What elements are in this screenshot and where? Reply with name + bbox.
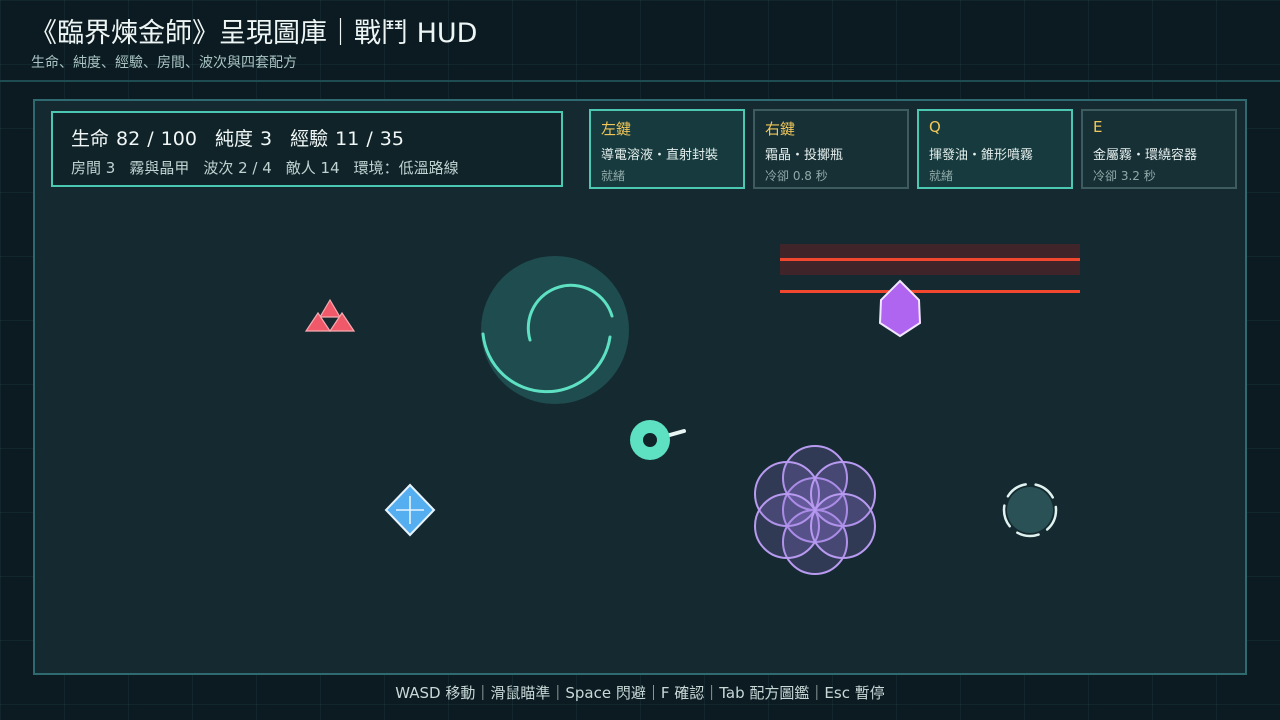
skill-key-label: E	[1093, 118, 1103, 136]
skill-slot-left-click[interactable]: 左鍵 導電溶液・直射封裝 就緒	[589, 109, 745, 189]
skill-key-label: Q	[929, 118, 941, 136]
room-readout: 房間 3	[71, 159, 116, 177]
skill-name: 金屬霧・環繞容器	[1093, 148, 1198, 163]
skill-key-label: 右鍵	[765, 120, 796, 138]
skill-key-label: 左鍵	[601, 120, 632, 138]
skill-name: 揮發油・錐形噴霧	[929, 148, 1034, 163]
skill-status: 就緒	[929, 169, 954, 183]
stats-panel: 生命 82 / 100 純度 3 經驗 11 / 35 房間 3 霧與晶甲 波次 2 /…	[51, 111, 563, 187]
skill-status: 就緒	[601, 169, 626, 183]
wave-readout: 波次 2 / 4	[203, 159, 272, 177]
header-bar: 《臨界煉金師》呈現圖庫｜戰鬥 HUD 生命、純度、經驗、房間、波次與四套配方	[0, 0, 1280, 82]
environment-readout: 環境：低溫路線	[353, 159, 459, 177]
hp-readout: 生命 82 / 100	[71, 128, 197, 150]
skill-slot-e[interactable]: E 金屬霧・環繞容器 冷卻 3.2 秒	[1081, 109, 1237, 189]
stats-secondary-row: 房間 3 霧與晶甲 波次 2 / 4 敵人 14 環境：低溫路線	[71, 157, 473, 178]
skill-name: 導電溶液・直射封裝	[601, 148, 719, 163]
page-subtitle: 生命、純度、經驗、房間、波次與四套配方	[31, 55, 297, 71]
xp-readout: 經驗 11 / 35	[290, 128, 404, 150]
skill-status: 冷卻 0.8 秒	[765, 169, 828, 183]
skill-slot-right-click[interactable]: 右鍵 霜晶・投擲瓶 冷卻 0.8 秒	[753, 109, 909, 189]
page-title: 《臨界煉金師》呈現圖庫｜戰鬥 HUD	[30, 18, 478, 49]
skill-status: 冷卻 3.2 秒	[1093, 169, 1156, 183]
controls-hint: WASD 移動｜滑鼠瞄準｜Space 閃避｜F 確認｜Tab 配方圖鑑｜Esc …	[395, 684, 885, 702]
enemy-count-readout: 敵人 14	[285, 159, 340, 177]
zone-readout: 霧與晶甲	[129, 159, 190, 177]
skill-name: 霜晶・投擲瓶	[765, 148, 844, 163]
purity-readout: 純度 3	[214, 128, 273, 150]
stats-primary-row: 生命 82 / 100 純度 3 經驗 11 / 35	[71, 124, 422, 151]
skill-slot-q[interactable]: Q 揮發油・錐形噴霧 就緒	[917, 109, 1073, 189]
